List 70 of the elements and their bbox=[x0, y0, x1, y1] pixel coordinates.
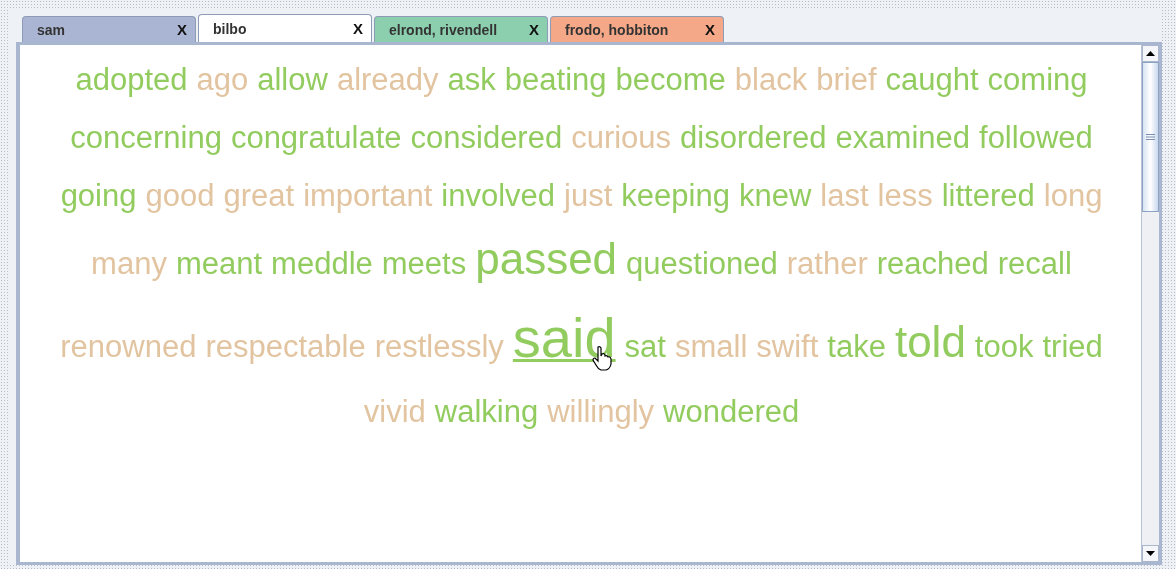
cloud-word[interactable]: coming bbox=[987, 51, 1088, 109]
cloud-word[interactable]: many bbox=[91, 235, 167, 293]
cloud-word[interactable]: took bbox=[974, 318, 1034, 376]
cloud-word[interactable]: renowned bbox=[60, 318, 197, 376]
cloud-word[interactable]: restlessly bbox=[374, 318, 504, 376]
cloud-word[interactable]: keeping bbox=[621, 167, 730, 225]
scroll-down-icon[interactable] bbox=[1146, 551, 1155, 556]
cloud-word[interactable]: followed bbox=[979, 109, 1093, 167]
tab-label: sam bbox=[37, 21, 66, 38]
cloud-word[interactable]: knew bbox=[738, 167, 812, 225]
cloud-word[interactable]: questioned bbox=[626, 235, 778, 293]
tab[interactable]: sam X bbox=[22, 16, 196, 42]
cloud-word[interactable]: examined bbox=[835, 109, 970, 167]
close-button[interactable]: X bbox=[177, 21, 187, 38]
cloud-word[interactable]: ask bbox=[447, 51, 496, 109]
cloud-word[interactable]: swift bbox=[756, 318, 819, 376]
cloud-word[interactable]: last bbox=[820, 167, 869, 225]
cloud-word[interactable]: walking bbox=[434, 383, 539, 441]
cloud-word[interactable]: said bbox=[512, 293, 616, 383]
cloud-word[interactable]: adopted bbox=[75, 51, 188, 109]
cloud-word[interactable]: respectable bbox=[205, 318, 366, 376]
cloud-word[interactable]: meant bbox=[175, 235, 263, 293]
scroll-up-icon[interactable] bbox=[1146, 51, 1155, 56]
cloud-word[interactable]: allow bbox=[257, 51, 328, 109]
cloud-word[interactable]: already bbox=[336, 51, 439, 109]
tab-label: elrond, rivendell bbox=[389, 21, 498, 38]
cloud-word[interactable]: reached bbox=[876, 235, 989, 293]
cloud-word[interactable]: congratulate bbox=[230, 109, 402, 167]
cloud-word[interactable]: recall bbox=[997, 235, 1072, 293]
cloud-word[interactable]: sat bbox=[624, 318, 666, 376]
cloud-word[interactable]: willingly bbox=[547, 383, 655, 441]
cloud-word[interactable]: black bbox=[734, 51, 808, 109]
grip-icon bbox=[1146, 134, 1155, 140]
cloud-word[interactable]: less bbox=[877, 167, 933, 225]
cloud-word[interactable]: wondered bbox=[663, 383, 800, 441]
close-button[interactable]: X bbox=[705, 21, 715, 38]
cloud-word[interactable]: vivid bbox=[363, 383, 426, 441]
tab[interactable]: frodo, hobbiton X bbox=[550, 16, 724, 42]
tab[interactable]: elrond, rivendell X bbox=[374, 16, 548, 42]
cloud-word[interactable]: concerning bbox=[70, 109, 222, 167]
cloud-word[interactable]: told bbox=[894, 308, 966, 376]
cloud-word[interactable]: involved bbox=[441, 167, 556, 225]
cloud-word[interactable]: brief bbox=[816, 51, 877, 109]
cloud-word[interactable]: take bbox=[827, 318, 886, 376]
scrollbar[interactable] bbox=[1141, 45, 1159, 562]
cloud-word[interactable]: going bbox=[60, 167, 137, 225]
cloud-word[interactable]: beating bbox=[504, 51, 607, 109]
cloud-word[interactable]: disordered bbox=[680, 109, 827, 167]
close-button[interactable]: X bbox=[529, 21, 539, 38]
cloud-word[interactable]: rather bbox=[786, 235, 868, 293]
cloud-word[interactable]: small bbox=[674, 318, 748, 376]
cloud-word[interactable]: meets bbox=[381, 235, 467, 293]
cloud-word[interactable]: long bbox=[1043, 167, 1103, 225]
cloud-word[interactable]: curious bbox=[571, 109, 672, 167]
cloud-word[interactable]: great bbox=[223, 167, 295, 225]
cloud-word[interactable]: ago bbox=[196, 51, 249, 109]
cloud-word[interactable]: considered bbox=[410, 109, 563, 167]
cloud-word[interactable]: just bbox=[564, 167, 613, 225]
cloud-word[interactable]: meddle bbox=[271, 235, 373, 293]
cloud-word[interactable]: passed bbox=[475, 225, 618, 293]
tab-label: bilbo bbox=[213, 20, 247, 37]
cloud-word[interactable]: caught bbox=[885, 51, 979, 109]
cloud-word[interactable]: important bbox=[303, 167, 433, 225]
cloud-word[interactable]: become bbox=[615, 51, 726, 109]
close-button[interactable]: X bbox=[353, 20, 363, 37]
cloud-word[interactable]: good bbox=[145, 167, 215, 225]
cloud-word[interactable]: tried bbox=[1042, 318, 1103, 376]
tab[interactable]: bilbo X bbox=[198, 14, 372, 42]
cloud-word[interactable]: littered bbox=[941, 167, 1035, 225]
tab-label: frodo, hobbiton bbox=[565, 21, 669, 38]
